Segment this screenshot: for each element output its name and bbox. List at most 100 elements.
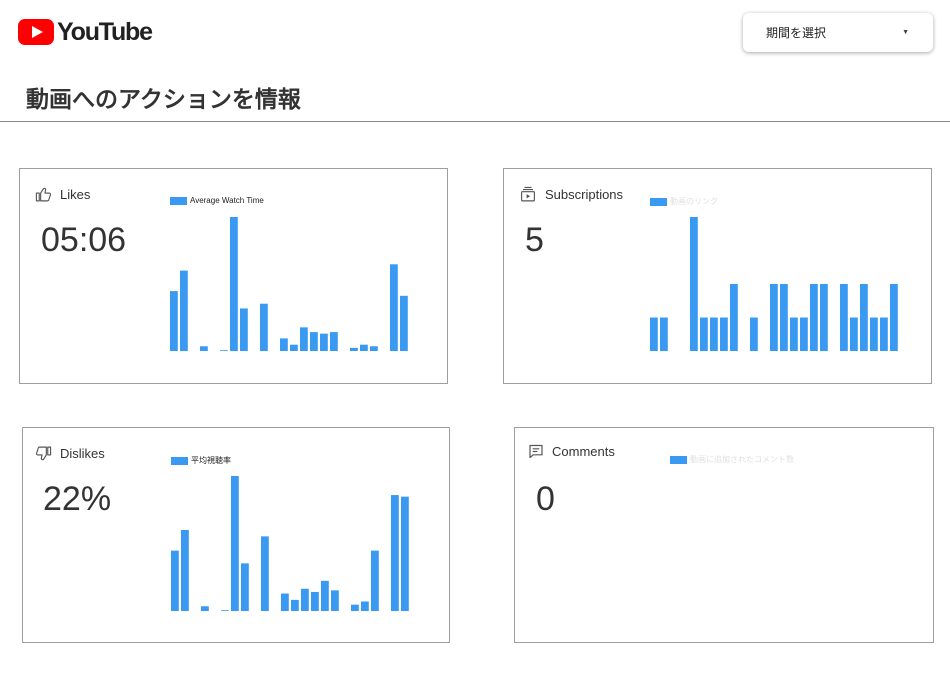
subscriptions-bar-4 (690, 217, 698, 351)
subscriptions-legend: 動画のリンク (650, 196, 718, 207)
legend-swatch (170, 196, 187, 205)
page-title: 動画へのアクションを情報 (26, 86, 301, 112)
dislikes-bar-11 (281, 593, 289, 611)
comments-card-header: Comments (528, 443, 615, 460)
likes-bar-0 (170, 291, 178, 351)
period-select[interactable]: 期間を選択 ▼ (743, 13, 933, 52)
comments-chart (670, 476, 910, 610)
dislikes-bar-7 (241, 563, 249, 611)
likes-bar-9 (260, 303, 268, 351)
subscriptions-bar-24 (890, 284, 898, 351)
likes-bar-11 (280, 338, 288, 351)
thumbs-up-icon (35, 187, 52, 202)
dislikes-bar-5 (221, 610, 229, 611)
comments-value: 0 (536, 480, 555, 518)
likes-label: Likes (60, 187, 91, 202)
subscriptions-bar-1 (660, 317, 668, 351)
logo-text: YouTube (57, 18, 153, 46)
legend-swatch (650, 197, 667, 206)
comments-label: Comments (552, 444, 615, 459)
dislikes-bar-22 (391, 495, 399, 611)
subscriptions-bar-14 (790, 317, 798, 351)
dislikes-bar-16 (331, 590, 339, 611)
subscriptions-bar-13 (780, 284, 788, 351)
period-select-value: 期間を選択 (766, 26, 827, 40)
subscriptions-bar-0 (650, 317, 658, 351)
dislikes-card: Dislikes 22% 平均視聴率 (22, 427, 450, 643)
chevron-down-icon: ▼ (902, 29, 909, 36)
likes-bar-14 (310, 332, 318, 351)
likes-bar-3 (200, 346, 208, 351)
likes-bar-23 (400, 295, 408, 351)
subscriptions-bar-22 (870, 317, 878, 351)
subscriptions-bar-8 (730, 284, 738, 351)
dislikes-card-header: Dislikes (35, 445, 105, 462)
dislikes-bar-1 (181, 530, 189, 611)
dislikes-chart (171, 476, 409, 611)
dislikes-bar-14 (311, 591, 319, 611)
dislikes-bar-13 (301, 588, 309, 611)
subscriptions-legend-text: 動画のリンク (670, 197, 718, 206)
likes-card: Likes 05:06 Average Watch Time (19, 168, 448, 384)
likes-bar-12 (290, 344, 298, 351)
subscriptions-bar-10 (750, 317, 758, 351)
likes-value: 05:06 (41, 221, 127, 259)
subscriptions-bar-15 (800, 317, 808, 351)
comments-card: Comments 0 動画に追加されたコメント数 (514, 427, 934, 643)
dislikes-legend: 平均視聴率 (171, 455, 231, 466)
subscriptions-bar-21 (860, 284, 868, 351)
likes-card-header: Likes (35, 186, 90, 203)
dislikes-bar-6 (231, 476, 239, 611)
likes-bar-15 (320, 333, 328, 351)
comments-legend: 動画に追加されたコメント数 (670, 454, 794, 465)
likes-bar-18 (350, 347, 358, 351)
legend-swatch (171, 456, 188, 465)
dislikes-bar-20 (371, 550, 379, 611)
likes-bar-7 (240, 308, 248, 351)
dislikes-bar-0 (171, 550, 179, 611)
subscriptions-bar-5 (700, 317, 708, 351)
subscriptions-icon (521, 186, 535, 202)
comment-icon (529, 444, 543, 459)
youtube-play-icon (18, 19, 54, 45)
dislikes-bar-23 (401, 496, 409, 611)
comments-legend-text: 動画に追加されたコメント数 (690, 455, 794, 464)
dislikes-value: 22% (43, 480, 112, 518)
youtube-logo[interactable]: YouTube (18, 18, 153, 46)
likes-legend: Average Watch Time (170, 196, 264, 205)
subscriptions-bar-16 (810, 284, 818, 351)
likes-bar-6 (230, 217, 238, 351)
dislikes-bar-19 (361, 601, 369, 611)
subscriptions-bar-7 (720, 317, 728, 351)
subscriptions-chart (650, 217, 898, 351)
subscriptions-bar-6 (710, 317, 718, 351)
subscriptions-bar-17 (820, 284, 828, 351)
subscriptions-bar-20 (850, 317, 858, 351)
subscriptions-card-header: Subscriptions (519, 186, 623, 203)
dislikes-bar-15 (321, 580, 329, 611)
dislikes-bar-3 (201, 606, 209, 611)
likes-bar-19 (360, 344, 368, 351)
subscriptions-label: Subscriptions (545, 187, 624, 202)
likes-bar-1 (180, 270, 188, 351)
header-divider (0, 121, 950, 122)
subscriptions-bar-23 (880, 317, 888, 351)
subscriptions-card: Subscriptions 5 動画のリンク (503, 168, 932, 384)
dislikes-label: Dislikes (60, 446, 105, 461)
dislikes-legend-text: 平均視聴率 (191, 456, 231, 465)
likes-bar-22 (390, 264, 398, 351)
subscriptions-bar-19 (840, 284, 848, 351)
likes-bar-16 (330, 332, 338, 351)
subscriptions-bar-12 (770, 284, 778, 351)
thumbs-down-icon (35, 446, 52, 461)
dislikes-bar-9 (261, 536, 269, 611)
subscriptions-value: 5 (525, 221, 544, 259)
dislikes-bar-12 (291, 599, 299, 611)
likes-chart (170, 217, 408, 351)
likes-bar-13 (300, 327, 308, 351)
likes-bar-20 (370, 346, 378, 351)
likes-legend-text: Average Watch Time (190, 196, 264, 205)
dislikes-bar-18 (351, 604, 359, 611)
likes-bar-5 (220, 350, 228, 351)
legend-swatch (670, 455, 687, 464)
